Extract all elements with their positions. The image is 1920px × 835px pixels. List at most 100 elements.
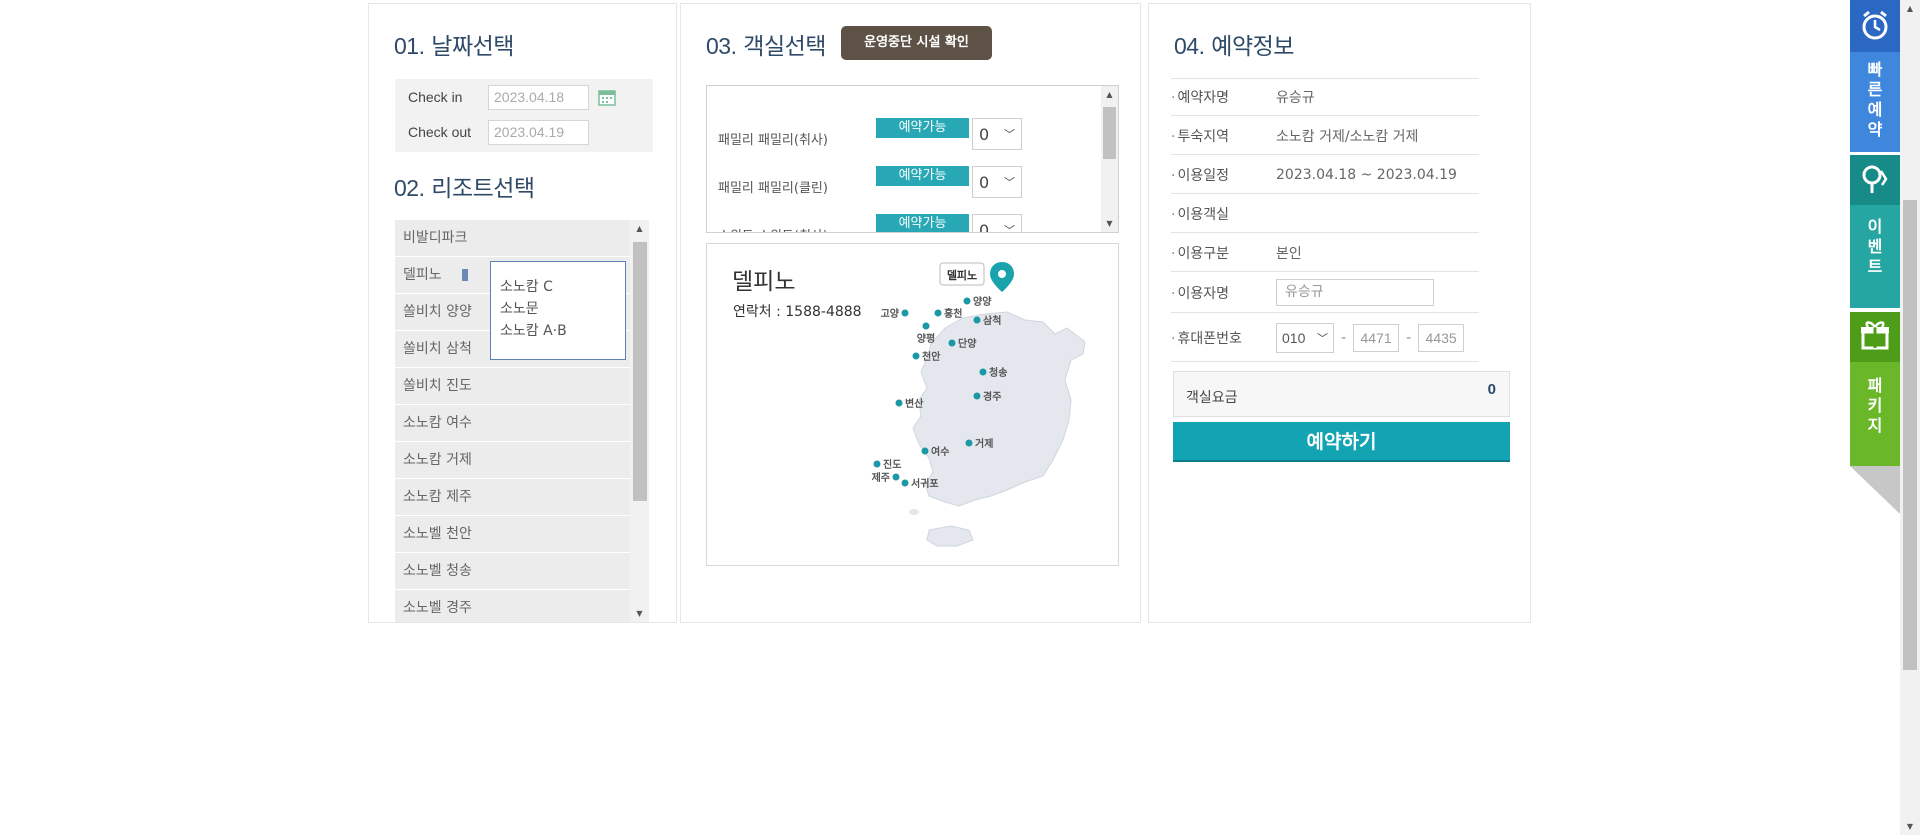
date-section-title: 01. 날짜선택 xyxy=(394,33,514,60)
calendar-icon[interactable] xyxy=(598,88,616,106)
jeju-island-shape xyxy=(926,525,974,547)
resort-sub-popup: 소노캄 C 소노문 소노캄 A·B xyxy=(490,261,626,360)
page-scrollbar[interactable]: ▲ ▼ xyxy=(1900,0,1920,835)
resort-item[interactable]: 소노캄 거제 xyxy=(395,442,637,478)
info-row-user: 이용자명 유승규 xyxy=(1171,273,1479,313)
room-fee-box: 객실요금 0 xyxy=(1173,371,1510,417)
city-marker xyxy=(901,479,909,487)
checkout-label: Check out xyxy=(408,124,472,140)
resort-list-scrollbar[interactable]: ▲ ▼ xyxy=(630,220,649,622)
resort-item[interactable]: 소노벨 청송 xyxy=(395,553,637,589)
city-marker xyxy=(973,392,981,400)
popup-item[interactable]: 소노캄 C xyxy=(500,276,616,298)
panel-room: 03. 객실선택 운영중단 시설 확인 패밀리 패밀리(취사) 예약가능 0 ﹀ … xyxy=(680,3,1141,623)
scroll-down-icon[interactable]: ▼ xyxy=(1900,818,1920,835)
info-row-usage-type: 이용구분 본인 xyxy=(1171,234,1479,272)
alarm-clock-icon xyxy=(1862,10,1888,40)
scroll-down-icon[interactable]: ▼ xyxy=(630,605,649,622)
resort-item[interactable]: 소노캄 여수 xyxy=(395,405,637,441)
city-marker xyxy=(921,447,929,455)
city-marker xyxy=(965,439,973,447)
popup-item[interactable]: 소노캄 A·B xyxy=(500,320,616,342)
city-label: 양양 xyxy=(973,296,992,308)
scroll-up-icon[interactable]: ▲ xyxy=(1900,0,1920,17)
quick-reserve-button[interactable]: 빠른예약 xyxy=(1850,0,1900,152)
city-marker xyxy=(963,297,971,305)
chevron-down-icon: ﹀ xyxy=(1317,332,1328,345)
city-marker xyxy=(873,460,881,468)
resort-item[interactable]: 비발디파크 xyxy=(395,220,637,256)
chevron-down-icon: ﹀ xyxy=(1004,224,1015,233)
resort-item[interactable]: 소노캄 제주 xyxy=(395,479,637,515)
city-label: 양평 xyxy=(917,332,935,345)
city-label: 고양 xyxy=(881,308,900,320)
info-row-phone: 휴대폰번호 010﹀ - 4471 - 4435 xyxy=(1171,314,1479,362)
panel-date-resort: 01. 날짜선택 Check in 2023.04.18 Check out 2… xyxy=(368,3,677,623)
panel-reservation: 04. 예약정보 예약자명 유승규 투숙지역 소노캄 거제/소노캄 거제 이용일… xyxy=(1148,3,1531,623)
reservation-section-title: 04. 예약정보 xyxy=(1174,33,1294,60)
closure-check-button[interactable]: 운영중단 시설 확인 xyxy=(841,26,992,60)
room-qty-select[interactable]: 0 ﹀ xyxy=(972,118,1022,150)
room-name: 패밀리 패밀리(취사) xyxy=(718,132,828,148)
resort-section-title: 02. 리조트선택 xyxy=(394,175,535,202)
reserve-button[interactable]: 예약하기 xyxy=(1173,422,1510,462)
checkin-label: Check in xyxy=(408,89,463,105)
city-label: 홍천 xyxy=(944,307,962,320)
date-box: Check in 2023.04.18 Check out 2023.04.19 xyxy=(395,79,653,152)
phone-last-input[interactable]: 4435 xyxy=(1418,323,1465,352)
city-marker xyxy=(922,322,930,330)
scroll-thumb[interactable] xyxy=(1103,107,1116,159)
room-row: 패밀리 패밀리(취사) 예약가능 0 ﹀ xyxy=(718,118,1022,150)
city-marker xyxy=(973,316,981,324)
scroll-down-icon[interactable]: ▼ xyxy=(1101,215,1118,232)
phone-prefix-select[interactable]: 010 ﹀ xyxy=(1276,322,1334,353)
city-label: 거제 xyxy=(975,437,993,450)
fee-value: 0 xyxy=(1487,381,1496,398)
room-qty-select[interactable]: 0 ﹀ xyxy=(972,166,1022,198)
scroll-up-icon[interactable]: ▲ xyxy=(630,220,649,237)
user-name-input[interactable]: 유승규 xyxy=(1276,279,1434,306)
scroll-thumb[interactable] xyxy=(633,242,647,501)
phone-mid-input[interactable]: 4471 xyxy=(1353,323,1400,352)
city-label: 서귀포 xyxy=(911,477,939,490)
room-name: 스위트 스위트(취사) xyxy=(718,225,876,233)
city-label: 단양 xyxy=(958,337,977,350)
resort-item[interactable]: 쏠비치 진도 xyxy=(395,368,637,404)
room-row: 스위트 스위트(취사) 예약가능 0﹀ xyxy=(718,214,1022,233)
event-pin-icon xyxy=(1862,165,1888,193)
korea-map-shape xyxy=(912,311,1086,507)
info-row-room: 이용객실 xyxy=(1171,195,1479,233)
chevron-down-icon: ﹀ xyxy=(1004,128,1015,141)
map-pin: 델피노 xyxy=(939,262,1014,292)
city-marker xyxy=(901,309,909,317)
popup-item[interactable]: 소노문 xyxy=(500,298,616,320)
room-status-badge: 예약가능 xyxy=(876,214,969,232)
checkout-input[interactable]: 2023.04.19 xyxy=(488,119,589,145)
city-label: 제주 xyxy=(872,471,890,484)
city-marker xyxy=(892,473,900,481)
city-label: 진도 xyxy=(883,458,901,471)
scroll-thumb[interactable] xyxy=(1903,200,1917,670)
city-label: 청송 xyxy=(989,366,1007,379)
resort-item[interactable]: 소노벨 경주 xyxy=(395,590,637,622)
info-row-region: 투숙지역 소노캄 거제/소노캄 거제 xyxy=(1171,117,1479,155)
scroll-up-icon[interactable]: ▲ xyxy=(1101,86,1118,103)
checkin-input[interactable]: 2023.04.18 xyxy=(488,84,589,110)
city-marker xyxy=(979,368,987,376)
room-qty-select[interactable]: 0 ﹀ xyxy=(972,214,1022,233)
selected-marker-icon xyxy=(461,269,468,281)
info-row-schedule: 이용일정 2023.04.18 ~ 2023.04.19 xyxy=(1171,156,1479,194)
quick-reserve-label: 빠른예약 xyxy=(1867,60,1883,139)
fee-label: 객실요금 xyxy=(1186,390,1238,406)
checkin-row: Check in 2023.04.18 xyxy=(408,84,616,110)
quick-event-button[interactable]: 이벤트 xyxy=(1850,155,1900,308)
city-label: 변산 xyxy=(905,397,924,410)
room-row: 패밀리 패밀리(클린) 예약가능 0 ﹀ xyxy=(718,166,1022,198)
resort-map-card: 델피노 연락처 : 1588-4888 델피노 양양 고양 홍천 삼척 양평 단양 천안 청송… xyxy=(706,243,1119,566)
korea-map: 델피노 양양고양 홍천삼척양평 단양천안청송경주변산거제여수진도제주 서귀포 xyxy=(872,262,1086,547)
room-list-scrollbar[interactable]: ▲ ▼ xyxy=(1101,86,1118,232)
resort-item[interactable]: 소노벨 천안 xyxy=(395,516,637,552)
checkout-row: Check out 2023.04.19 xyxy=(408,119,589,145)
quick-package-button[interactable]: 패키지 xyxy=(1850,312,1900,466)
city-marker xyxy=(934,309,942,317)
